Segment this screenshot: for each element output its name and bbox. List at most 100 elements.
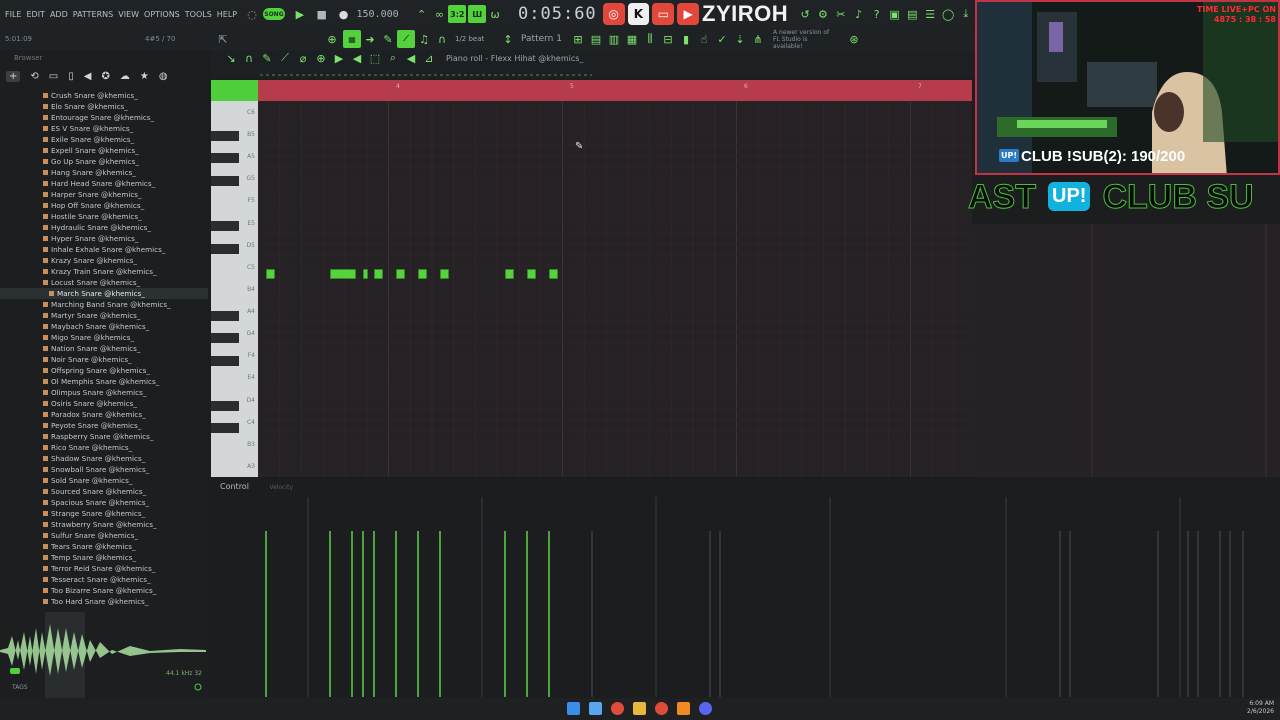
update-notice[interactable]: A newer version of FL Studio is availabl…	[773, 29, 833, 50]
note[interactable]	[396, 269, 405, 279]
cut-icon[interactable]: ✂	[832, 5, 850, 23]
browser-item[interactable]: Paradox Snare @khemics_	[0, 409, 208, 420]
browser-item[interactable]: Osiris Snare @khemics_	[0, 398, 208, 409]
browser-item[interactable]: Rico Snare @khemics_	[0, 442, 208, 453]
snap-icon[interactable]: ⊕	[323, 30, 341, 48]
note[interactable]	[549, 269, 558, 279]
browser-item[interactable]: Maybach Snare @khemics_	[0, 321, 208, 332]
browser-item[interactable]: Elo Snare @khemics_	[0, 101, 208, 112]
menu-options[interactable]: OPTIONS	[144, 10, 180, 19]
piano-roll-pin-icon[interactable]: ⊿	[420, 49, 438, 67]
chrome-icon[interactable]	[611, 702, 624, 715]
mixer-icon[interactable]: ⚙	[814, 5, 832, 23]
loop-record-icon[interactable]: ω	[486, 5, 504, 23]
browser-file-icon[interactable]: ▯	[68, 71, 74, 82]
note[interactable]	[374, 269, 383, 279]
menu-edit[interactable]: EDIT	[26, 10, 44, 19]
browser-item[interactable]: Raspberry Snare @khemics_	[0, 431, 208, 442]
tempo-display[interactable]: 150.000	[356, 9, 398, 20]
browser-folder-icon[interactable]: ▭	[49, 71, 58, 82]
control-selector[interactable]: Control	[220, 482, 249, 491]
browser-cloud-icon[interactable]: ☁	[120, 71, 130, 82]
piano-roll-audio-icon[interactable]: ◀	[402, 49, 420, 67]
browser-item[interactable]: Inhale Exhale Snare @khemics_	[0, 244, 208, 255]
piano-roll-delete-icon[interactable]: ⌀	[294, 49, 312, 67]
metronome-icon[interactable]: ⌃	[413, 5, 431, 23]
browser-item[interactable]: Hop Off Snare @khemics_	[0, 200, 208, 211]
browser-item[interactable]: Too Bizarre Snare @khemics_	[0, 585, 208, 596]
browser-item[interactable]: ES V Snare @khemics_	[0, 123, 208, 134]
record-button[interactable]: ●	[335, 5, 353, 23]
browser-world-icon[interactable]: ◍	[159, 71, 168, 82]
tags-label[interactable]: TAGS	[12, 684, 28, 691]
task-view-icon[interactable]	[589, 702, 602, 715]
plugin-db-icon[interactable]: ▮	[677, 30, 695, 48]
browser-item[interactable]: Krazy Snare @khemics_	[0, 255, 208, 266]
menu-tools[interactable]: TOOLS	[185, 10, 212, 19]
windows-start-icon[interactable]	[567, 702, 580, 715]
undo-icon[interactable]: ↺	[796, 5, 814, 23]
browser-item[interactable]: Nation Snare @khemics_	[0, 343, 208, 354]
script-icon[interactable]: ⋔	[749, 30, 767, 48]
paint-tool-button[interactable]: ⟋	[397, 30, 415, 48]
piano-roll-pencil-icon[interactable]: ✎	[258, 49, 276, 67]
menu-help[interactable]: HELP	[217, 10, 237, 19]
note[interactable]	[505, 269, 514, 279]
song-time-display[interactable]: 0:05:60	[518, 4, 597, 24]
browser-item[interactable]: Martyr Snare @khemics_	[0, 310, 208, 321]
browser-item[interactable]: Hydraulic Snare @khemics_	[0, 222, 208, 233]
file-explorer-icon[interactable]	[633, 702, 646, 715]
cloud-icon[interactable]: ✓	[713, 30, 731, 48]
pattern-arrow-icon[interactable]: ↕	[499, 30, 517, 48]
control-target[interactable]: Velocity	[269, 484, 293, 491]
black-key[interactable]	[211, 221, 239, 231]
piano-roll-search-icon[interactable]: ⌕	[384, 49, 402, 67]
discord-icon[interactable]	[699, 702, 712, 715]
browser-item[interactable]: Hyper Snare @khemics_	[0, 233, 208, 244]
black-key[interactable]	[211, 333, 239, 343]
add-pattern-icon[interactable]: ⊞	[569, 30, 587, 48]
browser-item[interactable]: Sold Snare @khemics_	[0, 475, 208, 486]
browser-item[interactable]: Migo Snare @khemics_	[0, 332, 208, 343]
note[interactable]	[363, 269, 368, 279]
piano-roll-select-icon[interactable]: ⬚	[366, 49, 384, 67]
black-key[interactable]	[211, 153, 239, 163]
mixer-panel-icon[interactable]: ⫼	[641, 30, 659, 48]
next-icon[interactable]: ➜	[361, 30, 379, 48]
browser-item[interactable]: Noir Snare @khemics_	[0, 354, 208, 365]
browser-icon[interactable]: ☰	[921, 5, 939, 23]
pattern-selector[interactable]: Pattern 1	[521, 34, 569, 44]
browser-item[interactable]: Peyote Snare @khemics_	[0, 420, 208, 431]
browser-back-icon[interactable]: ⟲	[30, 71, 38, 82]
touch-icon[interactable]: ☝	[695, 30, 713, 48]
note[interactable]	[418, 269, 427, 279]
browser-item[interactable]: Marching Band Snare @khemics_	[0, 299, 208, 310]
arrow-icon[interactable]: ⇱	[213, 30, 233, 48]
browser-plugin-icon[interactable]: ✪	[101, 71, 109, 82]
update-icon[interactable]: ⊛	[845, 30, 863, 48]
comment-icon[interactable]: ◯	[939, 5, 957, 23]
arrow-down-icon[interactable]: ⇣	[731, 30, 749, 48]
menu-file[interactable]: FILE	[5, 10, 21, 19]
chat-icon[interactable]: ▣	[886, 5, 904, 23]
browser-item[interactable]: Hard Head Snare @khemics_	[0, 178, 208, 189]
browser-item[interactable]: Krazy Train Snare @khemics_	[0, 266, 208, 277]
browser-item[interactable]: Go Up Snare @khemics_	[0, 156, 208, 167]
browser-item[interactable]: Sulfur Snare @khemics_	[0, 530, 208, 541]
browser-speaker-icon[interactable]: ◀	[84, 71, 92, 82]
chrome-profile-icon[interactable]	[655, 702, 668, 715]
bell-icon[interactable]: ♫	[415, 30, 433, 48]
browser-item[interactable]: Hostile Snare @khemics_	[0, 211, 208, 222]
black-key[interactable]	[211, 244, 239, 254]
stop-button[interactable]: ■	[313, 5, 331, 23]
browser-item[interactable]: Ol Memphis Snare @khemics_	[0, 376, 208, 387]
piano-roll-scroll[interactable]	[210, 66, 975, 78]
browser-item[interactable]: Locust Snare @khemics_	[0, 277, 208, 288]
black-key[interactable]	[211, 311, 239, 321]
step-edit-button[interactable]: Ш	[468, 5, 487, 23]
piano-roll-menu-icon[interactable]: ↘	[222, 49, 240, 67]
snap-magnet-icon[interactable]: ∩	[433, 30, 451, 48]
browser-item[interactable]: Tesseract Snare @khemics_	[0, 574, 208, 585]
black-key[interactable]	[211, 176, 239, 186]
browser-item[interactable]: Expell Snare @khemics_	[0, 145, 208, 156]
